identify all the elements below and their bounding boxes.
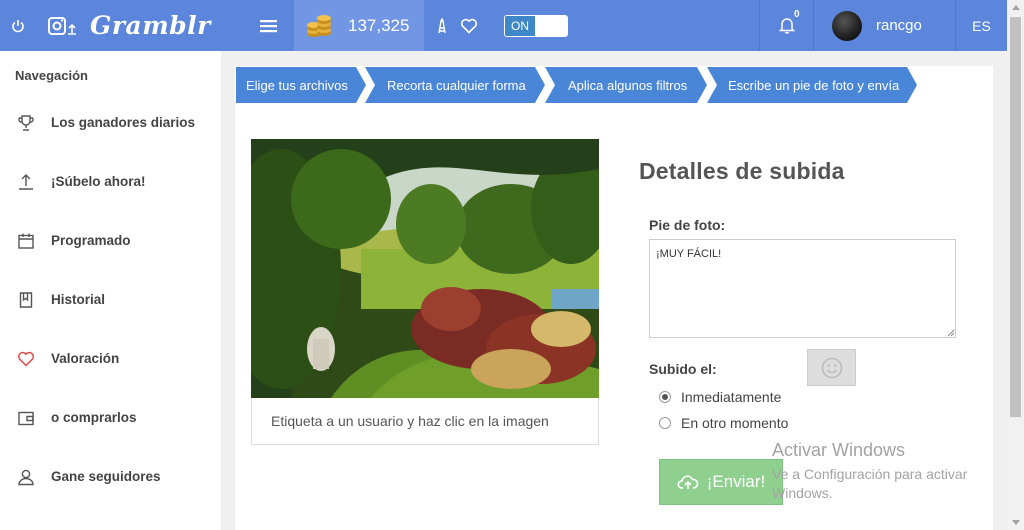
toggle-on-label: ON [505, 15, 535, 36]
notification-badge: 0 [794, 9, 800, 20]
tag-user-hint[interactable]: Etiqueta a un usuario y haz clic en la i… [251, 398, 599, 445]
cloud-upload-icon [677, 475, 699, 489]
scrollbar-thumb[interactable] [1010, 17, 1021, 417]
coin-count: 137,325 [348, 15, 410, 35]
language-selector[interactable]: ES [955, 0, 1007, 51]
resize-handle-icon[interactable] [947, 329, 955, 337]
menu-button[interactable] [244, 0, 294, 51]
instagram-upload-icon [48, 16, 76, 35]
radio-later[interactable]: En otro momento [659, 415, 788, 431]
quick-icons [424, 0, 504, 51]
power-button[interactable] [0, 0, 36, 51]
user-menu[interactable]: rancgo [813, 0, 955, 51]
step-filters[interactable]: Aplica algunos filtros [545, 67, 707, 103]
sidebar-item-label: Programado [51, 233, 131, 248]
coin-balance[interactable]: 137,325 [294, 0, 424, 51]
windows-activation-watermark: Activar Windows Ve a Configuración para … [772, 440, 992, 503]
radio-button-checked[interactable] [659, 391, 671, 403]
avatar [832, 10, 862, 41]
upload-details-title: Detalles de subida [639, 158, 845, 184]
heart-icon[interactable] [460, 18, 478, 34]
step-crop[interactable]: Recorta cualquier forma [365, 67, 545, 103]
garden-photo [251, 139, 599, 398]
sidebar-title: Navegación [15, 68, 88, 83]
auto-toggle-wrap: ON [504, 0, 568, 51]
sidebar-item-gain-followers[interactable]: Gane seguidores [0, 447, 221, 506]
scroll-down-arrow-icon[interactable] [1012, 520, 1020, 525]
sidebar-item-history[interactable]: Historial [0, 270, 221, 329]
on-off-toggle[interactable]: ON [504, 14, 568, 37]
radio-label: Inmediatamente [681, 389, 782, 405]
send-button[interactable]: ¡Enviar! [659, 459, 783, 505]
sidebar-item-daily-winners[interactable]: Los ganadores diarios [0, 93, 221, 152]
sidebar-item-scheduled[interactable]: Programado [0, 211, 221, 270]
calendar-icon [16, 231, 36, 251]
caption-label: Pie de foto: [649, 217, 726, 233]
power-icon [12, 19, 24, 32]
watermark-line2: Ve a Configuración para activar Windows. [772, 466, 968, 501]
step-choose-files[interactable]: Elige tus archivos [236, 67, 366, 103]
toggle-knob [535, 15, 567, 36]
send-button-label: ¡Enviar! [706, 472, 766, 491]
user-icon [16, 467, 36, 487]
step-caption-send[interactable]: Escribe un pie de foto y envía [707, 67, 917, 103]
sidebar: Navegación Los ganadores diarios ¡Súbelo… [0, 51, 221, 530]
bell-icon [778, 18, 795, 34]
hamburger-icon [260, 19, 277, 32]
sidebar-item-label: Valoración [51, 351, 120, 366]
sidebar-item-buy[interactable]: o comprarlos [0, 388, 221, 447]
top-bar: Gramblr 137,325 ON 0 rancgo ES [0, 0, 1007, 51]
username: rancgo [876, 17, 922, 34]
coins-icon [307, 14, 331, 37]
scroll-up-arrow-icon[interactable] [1012, 5, 1020, 10]
smiley-icon [821, 357, 842, 378]
watermark-line1: Activar Windows [772, 440, 906, 460]
history-icon [16, 290, 36, 310]
sidebar-item-label: Historial [51, 292, 106, 307]
tower-icon[interactable] [436, 17, 448, 34]
upload-icon [16, 172, 36, 192]
sidebar-item-label: Los ganadores diarios [51, 115, 196, 130]
wallet-icon [16, 408, 36, 428]
page-scrollbar[interactable] [1007, 0, 1024, 530]
emoji-button[interactable] [807, 349, 856, 386]
sidebar-item-label: ¡Súbelo ahora! [51, 174, 146, 189]
sidebar-item-rating[interactable]: Valoración [0, 329, 221, 388]
uploaded-label: Subido el: [649, 361, 717, 377]
sidebar-item-upload-now[interactable]: ¡Súbelo ahora! [0, 152, 221, 211]
sidebar-item-label: Gane seguidores [51, 469, 161, 484]
radio-immediately[interactable]: Inmediatamente [659, 389, 781, 405]
trophy-icon [16, 113, 36, 133]
sidebar-item-label: o comprarlos [51, 410, 137, 425]
radio-label: En otro momento [681, 415, 789, 431]
app-logo[interactable]: Gramblr [36, 0, 258, 51]
logo-wordmark: Gramblr [90, 11, 211, 40]
notifications-button[interactable]: 0 [759, 0, 813, 51]
photo-preview[interactable] [251, 139, 599, 398]
caption-textarea[interactable]: ¡MUY FÁCIL! [649, 239, 956, 338]
radio-button[interactable] [659, 417, 671, 429]
heart-icon [16, 349, 36, 369]
